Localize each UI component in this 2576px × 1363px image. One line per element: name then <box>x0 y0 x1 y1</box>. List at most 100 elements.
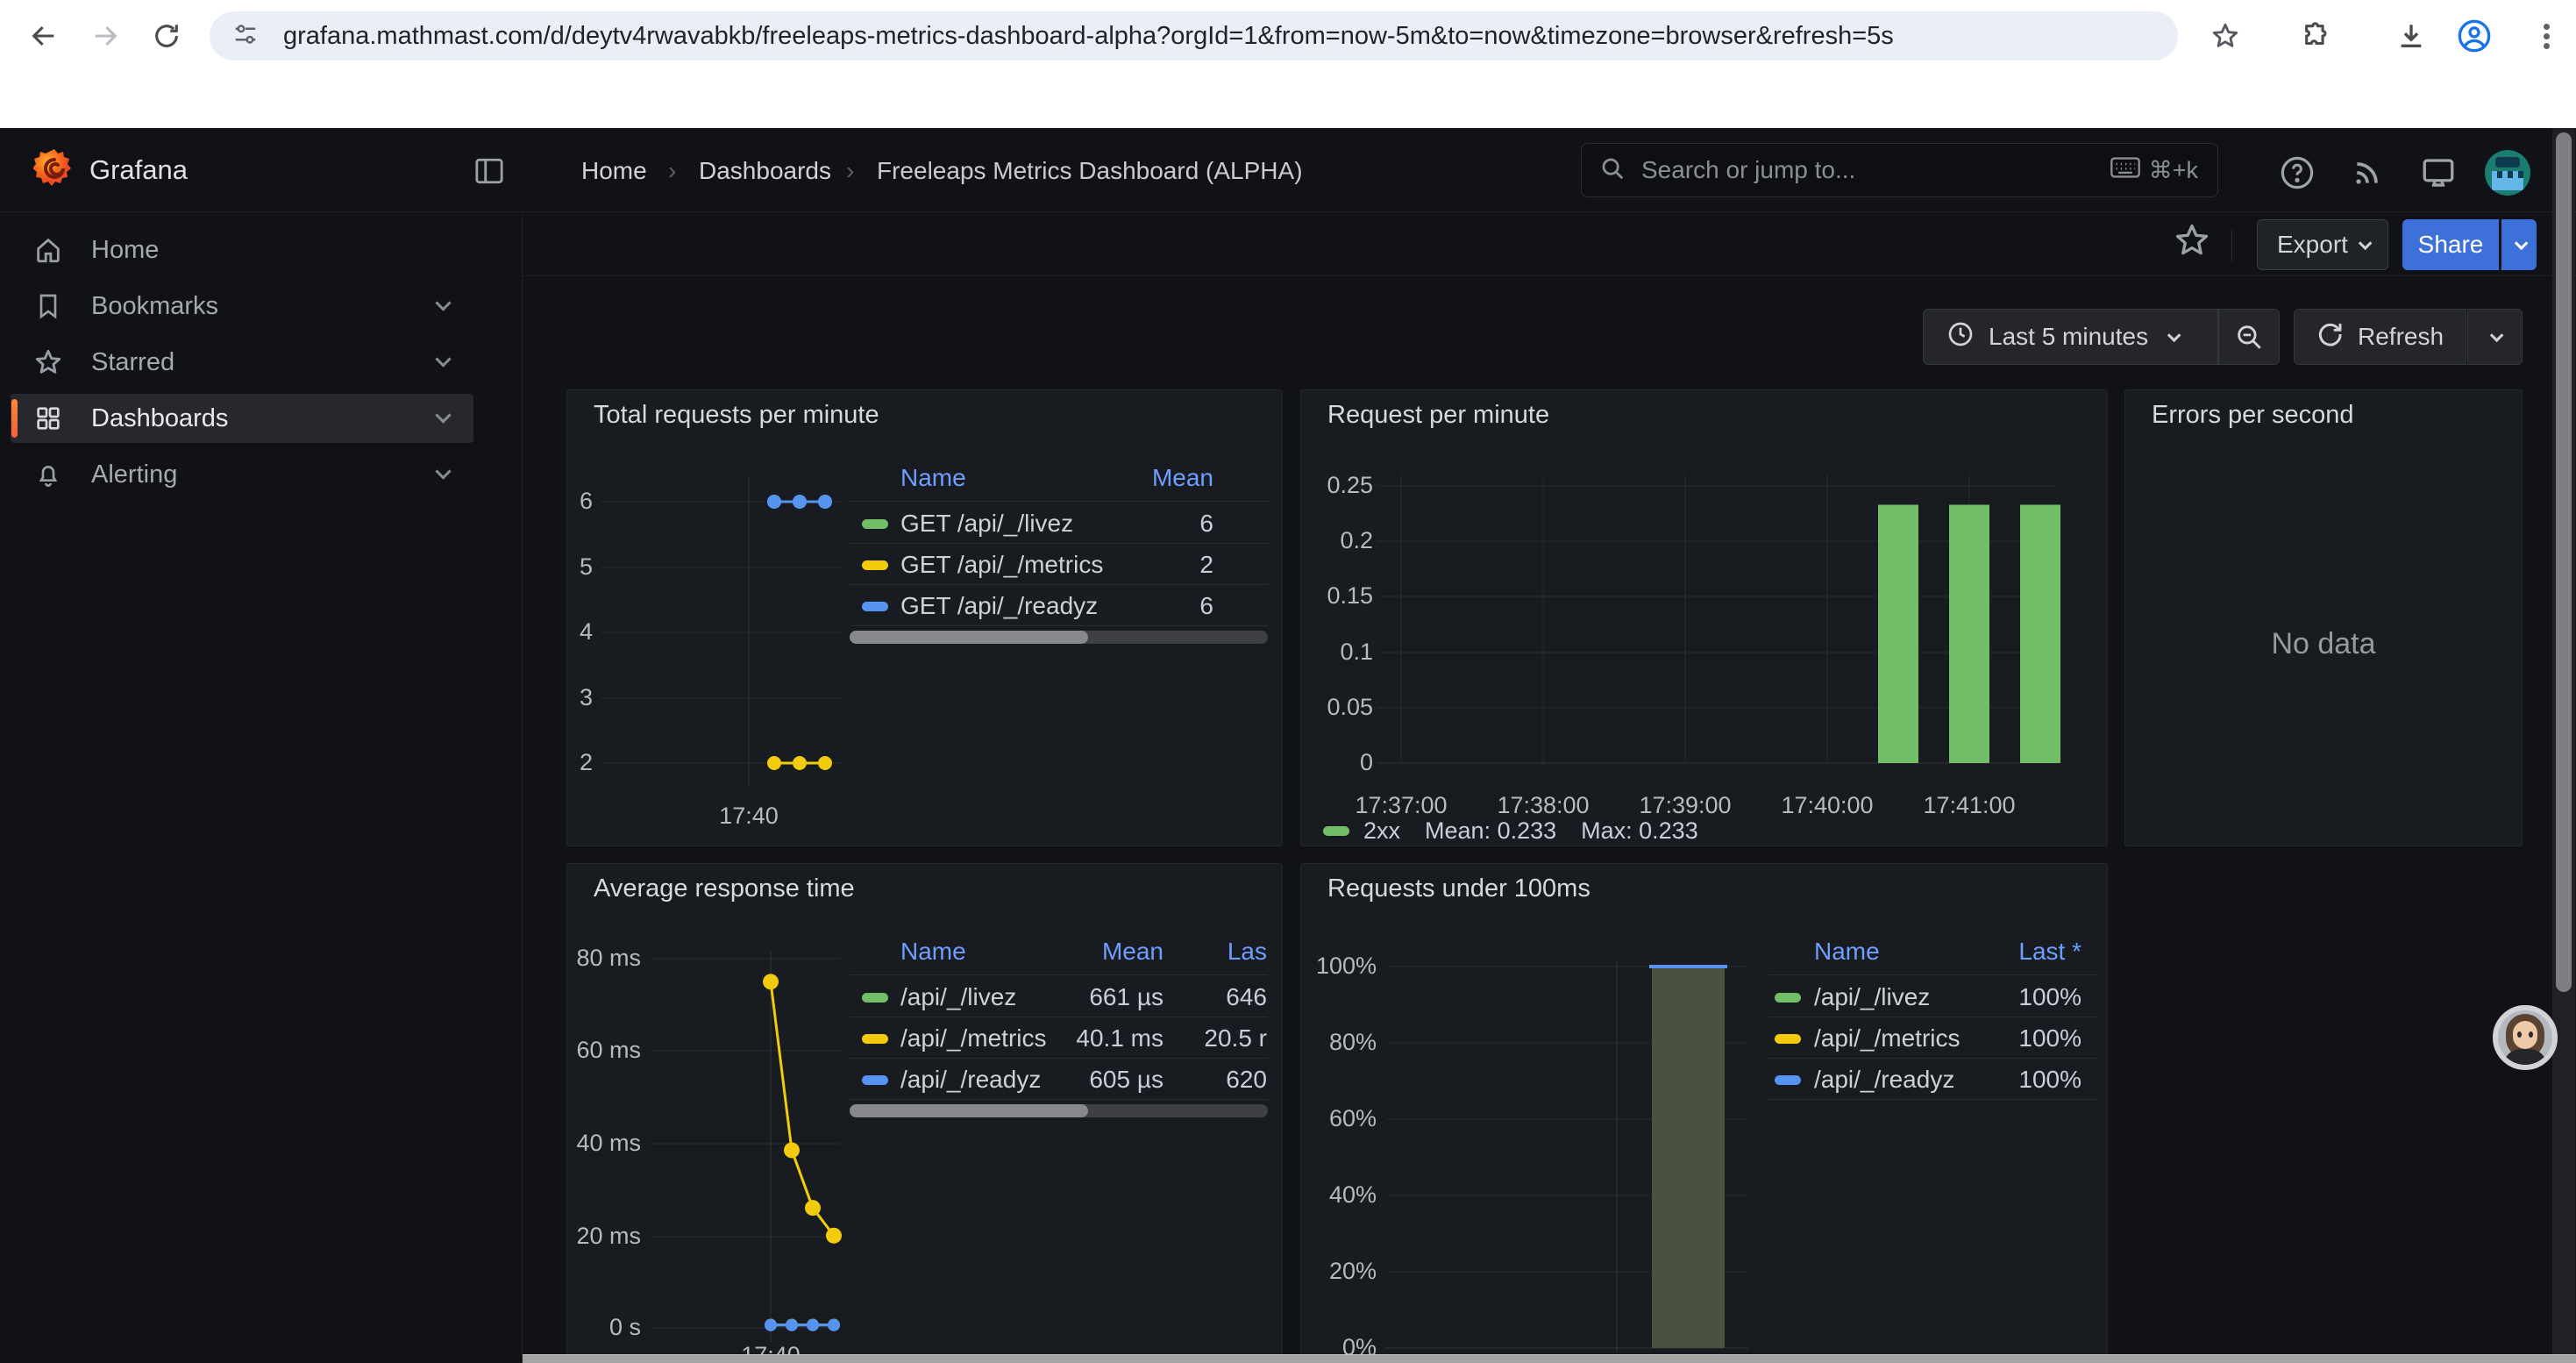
share-button[interactable]: Share <box>2402 219 2499 270</box>
refresh-button[interactable]: Refresh <box>2294 309 2466 365</box>
search-shortcut: ⌘+k <box>2149 157 2198 184</box>
legend-value: 2 <box>1021 551 1213 579</box>
x-axis-label: 17:37:00 <box>1322 792 1480 819</box>
profile-avatar-icon[interactable] <box>2455 17 2494 55</box>
page-scrollbar-thumb[interactable] <box>2556 132 2572 992</box>
breadcrumb-home[interactable]: Home <box>581 157 647 185</box>
legend-scrollbar-thumb[interactable] <box>850 631 1088 644</box>
legend-value: 100% <box>1889 1024 2081 1053</box>
downloads-icon[interactable] <box>2392 17 2430 55</box>
y-axis-label: 60% <box>1236 1105 1377 1132</box>
y-axis-label: 0.1 <box>1233 639 1373 666</box>
floating-assistant-avatar[interactable] <box>2493 1005 2558 1070</box>
chevron-down-icon <box>2167 328 2181 342</box>
series-chip <box>862 1075 888 1085</box>
series-chip <box>862 993 888 1003</box>
y-axis-label: 0.2 <box>1233 527 1373 554</box>
sidebar-toggle-icon[interactable] <box>474 157 504 189</box>
legend-divider <box>850 584 1268 585</box>
chevron-down-icon <box>435 407 451 423</box>
extensions-icon[interactable] <box>2297 17 2336 55</box>
display-kiosk-icon[interactable] <box>2417 152 2459 194</box>
chevron-down-icon <box>2514 236 2528 250</box>
refresh-icon <box>2316 320 2344 354</box>
sidebar-item-bookmarks[interactable]: Bookmarks <box>11 282 473 331</box>
sidebar-item-home[interactable]: Home <box>11 225 473 275</box>
legend-value: 6 <box>1021 510 1213 538</box>
chevron-down-icon <box>435 295 451 310</box>
favorite-star-icon[interactable] <box>2173 221 2211 264</box>
panel-average-response-time: Average response time 80 ms60 ms40 ms20 … <box>566 863 1283 1363</box>
y-axis-label: 0 s <box>501 1314 641 1341</box>
series-chip <box>862 560 888 570</box>
y-axis-label: 6 <box>452 488 593 515</box>
screen: grafana.mathmast.com/d/deytv4rwavabkb/fr… <box>0 0 2576 1363</box>
breadcrumb-dashboards[interactable]: Dashboards <box>699 157 831 185</box>
forward-icon[interactable] <box>86 17 125 55</box>
x-axis-label: 17:41:00 <box>1890 792 2048 819</box>
legend-value: 620 <box>1074 1066 1267 1094</box>
help-icon[interactable] <box>2276 152 2318 194</box>
sidebar-item-alerting[interactable]: Alerting <box>11 450 473 499</box>
series-chip <box>1775 993 1801 1003</box>
site-settings-icon[interactable] <box>232 21 259 52</box>
search-input[interactable]: Search or jump to... ⌘+k <box>1581 143 2218 197</box>
panel-total-requests: Total requests per minute 6543217:40Name… <box>566 389 1283 846</box>
y-axis-label: 20% <box>1236 1258 1377 1285</box>
address-bar[interactable]: grafana.mathmast.com/d/deytv4rwavabkb/fr… <box>210 11 2178 61</box>
url-text: grafana.mathmast.com/d/deytv4rwavabkb/fr… <box>283 11 1894 61</box>
legend-divider <box>1768 1058 2097 1059</box>
browser-menu-icon[interactable] <box>2527 17 2565 55</box>
toolbar-divider <box>523 275 2576 276</box>
share-menu-button[interactable] <box>2501 219 2537 270</box>
panel-request-per-minute: Request per minute 2xx Mean: 0.233 Max: … <box>1300 389 2108 846</box>
brand-name[interactable]: Grafana <box>89 154 188 186</box>
legend-header-name: Name <box>900 464 966 492</box>
user-avatar[interactable] <box>2485 150 2530 196</box>
sidebar-item-dashboards[interactable]: Dashboards <box>11 394 473 443</box>
legend-header-value: Mean <box>1021 464 1213 492</box>
x-axis-label: 17:40 <box>670 803 828 830</box>
sidebar-item-starred[interactable]: Starred <box>11 338 473 387</box>
grafana-top-nav: Grafana Home › Dashboards › Freeleaps Me… <box>0 128 2576 212</box>
bookmark-star-icon[interactable] <box>2206 17 2245 55</box>
y-axis-label: 2 <box>452 749 593 776</box>
active-indicator <box>11 399 18 438</box>
back-icon[interactable] <box>25 17 63 55</box>
y-axis-label: 0.25 <box>1233 472 1373 499</box>
legend-scrollbar-thumb[interactable] <box>850 1104 1088 1117</box>
y-axis-label: 20 ms <box>501 1223 641 1250</box>
y-axis-label: 100% <box>1236 953 1377 980</box>
breadcrumb-sep-icon: › <box>846 157 854 185</box>
reload-icon[interactable] <box>147 17 186 55</box>
legend-value: 100% <box>1889 983 2081 1011</box>
legend-value: 100% <box>1889 1066 2081 1094</box>
chevron-down-icon <box>435 351 451 367</box>
chart-canvas <box>1301 390 2107 846</box>
panel-title[interactable]: Errors per second <box>2152 401 2354 430</box>
zoom-out-button[interactable] <box>2218 309 2280 365</box>
legend-divider <box>850 543 1268 544</box>
horizontal-scrollbar[interactable] <box>523 1354 2576 1363</box>
news-rss-icon[interactable] <box>2346 152 2388 194</box>
time-range-picker[interactable]: Last 5 minutes <box>1923 309 2218 365</box>
refresh-interval-button[interactable] <box>2467 309 2523 365</box>
series-chip <box>862 602 888 611</box>
panel-requests-under-100ms: Requests under 100ms 100%80%60%40%20%0%1… <box>1300 863 2108 1363</box>
clock-icon <box>1946 320 1975 354</box>
legend-divider <box>850 501 1268 502</box>
y-axis-label: 80 ms <box>501 945 641 972</box>
grafana-logo-icon[interactable] <box>33 147 75 194</box>
dashboards-icon <box>33 403 63 433</box>
export-button[interactable]: Export <box>2257 219 2388 270</box>
legend-divider <box>1768 974 2097 975</box>
no-data-message: No data <box>2125 627 2522 661</box>
alerting-bell-icon <box>33 460 63 489</box>
legend-value: 6 <box>1021 592 1213 620</box>
legend-divider <box>850 1099 1268 1100</box>
bookmarks-bar: Freeleaps 收藏博客 <box>0 72 2576 128</box>
series-chip <box>1775 1034 1801 1044</box>
series-chip <box>1775 1075 1801 1085</box>
breadcrumb-current: Freeleaps Metrics Dashboard (ALPHA) <box>877 157 1303 185</box>
panel-errors-per-second: Errors per second No data <box>2124 389 2523 846</box>
